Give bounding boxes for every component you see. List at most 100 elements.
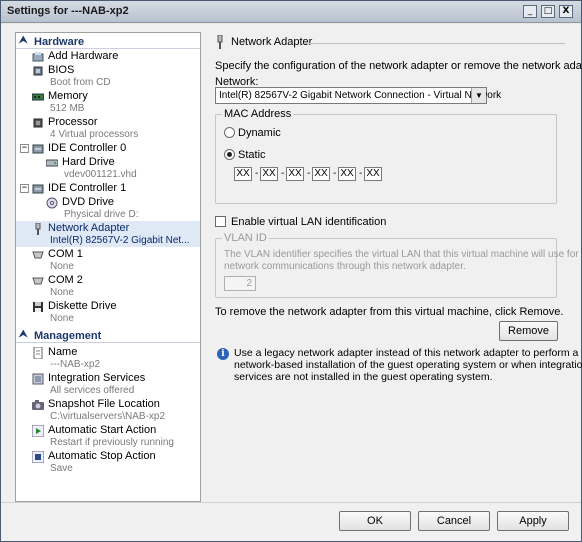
cancel-button[interactable]: Cancel	[418, 511, 490, 531]
sidebar-item-auto-stop[interactable]: Automatic Stop Action Save	[16, 449, 200, 475]
mac-octet-4-field[interactable]: XX	[312, 167, 330, 181]
integration-services-icon	[32, 373, 44, 385]
sidebar-item-label: Snapshot File Location	[48, 398, 160, 410]
sidebar-item-snapshot-location[interactable]: Snapshot File Location C:\virtualservers…	[16, 397, 200, 423]
sidebar-item-label: COM 1	[48, 248, 83, 260]
sidebar-item-label: COM 2	[48, 274, 83, 286]
sidebar-item-com2[interactable]: COM 2 None	[16, 273, 200, 299]
serial-port-icon	[32, 275, 44, 287]
sidebar-item-add-hardware[interactable]: Add Hardware	[16, 49, 200, 63]
panel-description: Specify the configuration of the network…	[215, 60, 582, 72]
title-bar[interactable]: Settings for ---NAB-xp2 _ □ X	[1, 1, 581, 23]
add-hardware-icon	[32, 51, 44, 63]
maximize-button[interactable]: □	[541, 5, 555, 18]
mac-octet-1-field[interactable]: XX	[234, 167, 252, 181]
vlan-id-group-label: VLAN ID	[222, 232, 269, 244]
mac-address-group: MAC Address Dynamic Static XX - XX - XX …	[215, 108, 557, 204]
sidebar-item-detail: All services offered	[50, 385, 135, 396]
snapshot-camera-icon	[32, 399, 44, 411]
network-adapter-panel: Network Adapter Specify the configuratio…	[207, 32, 582, 502]
sidebar-item-label: Integration Services	[48, 372, 146, 384]
info-icon: i	[217, 348, 229, 360]
sidebar-item-dvd-drive[interactable]: DVD Drive Physical drive D:	[16, 195, 200, 221]
mac-octet-2-field[interactable]: XX	[260, 167, 278, 181]
sidebar-item-label: Add Hardware	[48, 50, 119, 62]
sidebar-item-processor[interactable]: Processor 4 Virtual processors	[16, 115, 200, 141]
sidebar-item-ide-controller-1[interactable]: − IDE Controller 1	[16, 181, 200, 195]
collapse-chevron-icon[interactable]: ⮝	[19, 329, 28, 340]
mac-separator: -	[333, 168, 337, 179]
header-divider	[305, 43, 565, 44]
sidebar-item-label: Diskette Drive	[48, 300, 117, 312]
sidebar-item-label: Processor	[48, 116, 98, 128]
static-radio[interactable]	[224, 149, 235, 160]
floppy-disk-icon	[32, 301, 44, 313]
collapse-toggle-icon[interactable]: −	[20, 144, 29, 153]
window-title: Settings for ---NAB-xp2	[7, 5, 129, 17]
network-select-value: Intel(R) 82567V-2 Gigabit Network Connec…	[219, 90, 502, 101]
collapse-toggle-icon[interactable]: −	[20, 184, 29, 193]
sidebar-item-network-adapter[interactable]: Network Adapter Intel(R) 82567V-2 Gigabi…	[16, 221, 200, 247]
footer-divider	[1, 502, 581, 503]
sidebar-item-integration-services[interactable]: Integration Services All services offere…	[16, 371, 200, 397]
bios-chip-icon	[32, 65, 44, 77]
hardware-header-label: Hardware	[34, 36, 85, 48]
vlan-id-field[interactable]: 2	[224, 276, 256, 291]
mac-octet-6-field[interactable]: XX	[364, 167, 382, 181]
sidebar-item-label: Network Adapter	[48, 222, 130, 234]
apply-button[interactable]: Apply	[497, 511, 569, 531]
static-label: Static	[238, 149, 266, 161]
sidebar-item-label: DVD Drive	[62, 196, 114, 208]
vlan-description-line-2: network communications through this netw…	[224, 261, 466, 272]
sidebar-item-ide-controller-0[interactable]: − IDE Controller 0	[16, 141, 200, 155]
mac-address-fields: XX - XX - XX - XX - XX - XX	[234, 167, 394, 181]
sidebar-item-detail: ---NAB-xp2	[50, 359, 101, 370]
sidebar-item-detail: None	[50, 287, 74, 298]
dialog-content: ⮝ Hardware Add Hardware BIOS Boot from C…	[1, 24, 582, 541]
ok-button[interactable]: OK	[339, 511, 411, 531]
dynamic-radio[interactable]	[224, 127, 235, 138]
sidebar-item-detail: Save	[50, 463, 73, 474]
sidebar-item-label: BIOS	[48, 64, 75, 76]
ide-controller-icon	[32, 143, 44, 155]
remove-instructions: To remove the network adapter from this …	[215, 306, 564, 318]
sidebar-item-diskette-drive[interactable]: Diskette Drive None	[16, 299, 200, 325]
sidebar-item-auto-start[interactable]: Automatic Start Action Restart if previo…	[16, 423, 200, 449]
mac-separator: -	[255, 168, 259, 179]
sidebar-item-detail: None	[50, 261, 74, 272]
close-button[interactable]: X	[559, 5, 573, 18]
network-adapter-icon	[32, 222, 44, 235]
hardware-section-header[interactable]: ⮝ Hardware	[16, 35, 200, 49]
management-section-header[interactable]: ⮝ Management	[16, 329, 200, 343]
remove-button[interactable]: Remove	[499, 321, 558, 341]
sidebar-item-label: Automatic Start Action	[48, 424, 157, 436]
panel-header: Network Adapter	[211, 34, 571, 50]
mac-octet-5-field[interactable]: XX	[338, 167, 356, 181]
mac-octet-3-field[interactable]: XX	[286, 167, 304, 181]
sidebar-item-detail: 4 Virtual processors	[50, 129, 139, 140]
minimize-button[interactable]: _	[523, 5, 537, 18]
settings-tree[interactable]: ⮝ Hardware Add Hardware BIOS Boot from C…	[15, 32, 201, 502]
vlan-description-line-1: The VLAN identifier specifies the virtua…	[224, 249, 582, 260]
hard-drive-icon	[45, 157, 59, 169]
collapse-chevron-icon[interactable]: ⮝	[19, 35, 28, 46]
sidebar-item-com1[interactable]: COM 1 None	[16, 247, 200, 273]
legacy-adapter-info-line-2: network-based installation of the guest …	[234, 359, 582, 371]
management-header-label: Management	[34, 330, 102, 342]
sidebar-item-memory[interactable]: Memory 512 MB	[16, 89, 200, 115]
dropdown-arrow-icon[interactable]: ▼	[471, 88, 486, 103]
dynamic-label: Dynamic	[238, 127, 281, 139]
name-document-icon	[32, 346, 44, 360]
vlan-enable-checkbox[interactable]	[215, 216, 226, 227]
mac-separator: -	[359, 168, 363, 179]
sidebar-item-label: Automatic Stop Action	[48, 450, 156, 462]
sidebar-item-detail: Intel(R) 82567V-2 Gigabit Net...	[50, 235, 190, 246]
stop-action-icon	[31, 450, 45, 464]
serial-port-icon	[32, 249, 44, 261]
sidebar-item-name[interactable]: Name ---NAB-xp2	[16, 345, 200, 371]
sidebar-item-label: Name	[48, 346, 78, 358]
sidebar-item-detail: Physical drive D:	[64, 209, 139, 220]
sidebar-item-bios[interactable]: BIOS Boot from CD	[16, 63, 200, 89]
sidebar-item-hard-drive[interactable]: Hard Drive vdev001121.vhd	[16, 155, 200, 181]
network-select[interactable]: Intel(R) 82567V-2 Gigabit Network Connec…	[215, 87, 501, 104]
